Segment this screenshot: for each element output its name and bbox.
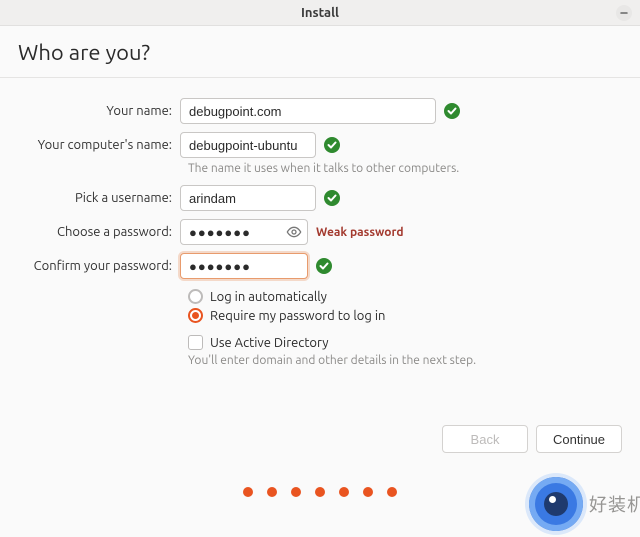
watermark-text: 好装机 (589, 491, 640, 517)
show-password-icon[interactable] (286, 224, 302, 240)
active-directory-hint: You'll enter domain and other details in… (0, 354, 640, 367)
checkbox-icon (188, 335, 203, 350)
your-name-input[interactable] (180, 98, 436, 124)
user-form: Your name: Your computer's name: The nam… (0, 78, 640, 385)
radio-icon (188, 289, 203, 304)
eye-logo-icon (529, 477, 583, 531)
confirm-password-label: Confirm your password: (0, 259, 180, 273)
your-name-label: Your name: (0, 104, 180, 118)
username-input[interactable] (180, 185, 316, 211)
window-titlebar: Install (0, 0, 640, 26)
check-icon (324, 190, 340, 206)
confirm-password-input[interactable] (180, 253, 308, 279)
password-strength: Weak password (316, 226, 404, 239)
pager-dot (387, 487, 397, 497)
password-label: Choose a password: (0, 225, 180, 239)
check-icon (316, 258, 332, 274)
auto-login-radio[interactable]: Log in automatically (0, 289, 640, 304)
pager-dot (291, 487, 301, 497)
back-button[interactable]: Back (442, 425, 528, 453)
active-directory-checkbox[interactable]: Use Active Directory (0, 335, 640, 350)
continue-button[interactable]: Continue (536, 425, 622, 453)
radio-icon (188, 308, 203, 323)
page-title: Who are you? (0, 26, 640, 78)
username-label: Pick a username: (0, 191, 180, 205)
active-directory-label: Use Active Directory (210, 336, 329, 350)
require-password-label: Require my password to log in (210, 309, 385, 323)
pager-dot (339, 487, 349, 497)
computer-name-input[interactable] (180, 132, 316, 158)
watermark-promo: 好装机 (529, 477, 640, 531)
pager-dot (363, 487, 373, 497)
pager-dot (315, 487, 325, 497)
check-icon (324, 137, 340, 153)
window-title: Install (301, 6, 339, 20)
computer-name-hint: The name it uses when it talks to other … (0, 162, 640, 175)
auto-login-label: Log in automatically (210, 290, 327, 304)
pager-dot (267, 487, 277, 497)
require-password-radio[interactable]: Require my password to log in (0, 308, 640, 323)
footer-buttons: Back Continue (442, 425, 622, 453)
check-icon (444, 103, 460, 119)
computer-name-label: Your computer's name: (0, 138, 180, 152)
minimize-icon[interactable] (616, 5, 632, 21)
pager-dot (243, 487, 253, 497)
